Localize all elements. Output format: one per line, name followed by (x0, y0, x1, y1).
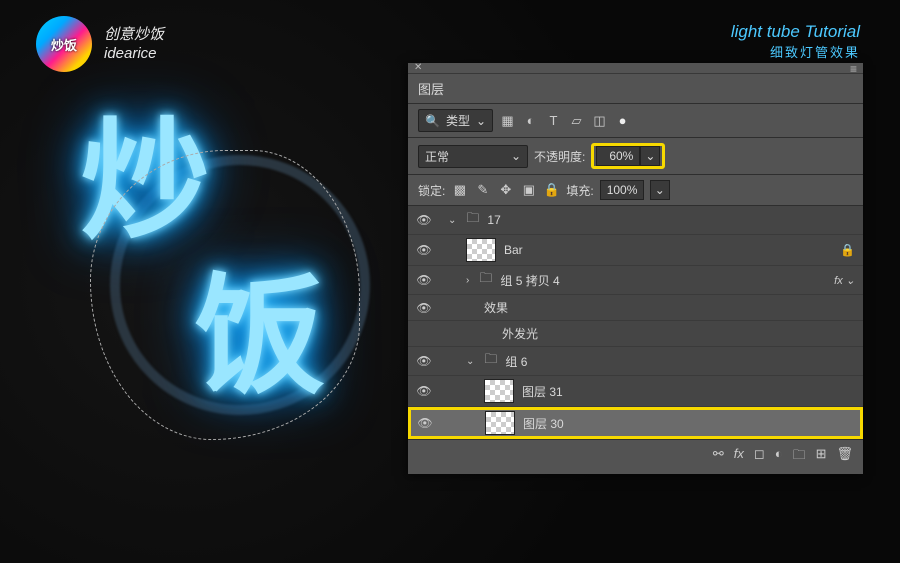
layer-name[interactable]: 外发光 (502, 325, 538, 342)
layer-row[interactable]: 👁 图层 30 (408, 407, 863, 439)
lock-transparent-icon[interactable]: ▩ (451, 182, 468, 199)
filter-row: 🔍 类型 ⌄ ▦ ◐ T ▱ ◫ ● (408, 104, 863, 138)
visibility-icon[interactable]: 👁 (416, 354, 432, 368)
brand-en: idearice (104, 44, 164, 64)
layer-name[interactable]: 图层 30 (523, 415, 564, 432)
chevron-down-icon[interactable]: ⌄ (640, 146, 660, 166)
filter-label: 类型 (446, 112, 470, 129)
layer-thumb (466, 238, 496, 262)
layer-row[interactable]: 👁 ⌄ 🗀 组 6 (408, 347, 863, 376)
new-layer-icon[interactable]: ⊞ (816, 446, 827, 468)
lock-paint-icon[interactable]: ✎ (474, 182, 491, 199)
folder-icon: 🗀 (466, 209, 479, 231)
filter-smart-icon[interactable]: ◫ (591, 112, 608, 129)
chevron-down-icon: ⌄ (476, 114, 486, 128)
brand-cn: 创意炒饭 (104, 25, 164, 45)
fill-input[interactable] (600, 180, 644, 200)
adjustment-icon[interactable]: ◐ (775, 446, 783, 468)
search-icon: 🔍 (425, 114, 440, 128)
lock-position-icon[interactable]: ✥ (497, 182, 514, 199)
visibility-icon[interactable]: 👁 (416, 273, 432, 287)
link-icon[interactable]: ⚯ (713, 446, 724, 468)
fill-label: 填充: (566, 182, 593, 199)
mask-icon[interactable]: ◻ (754, 446, 765, 468)
layer-row[interactable]: 👁 ⌄ 🗀 17 (408, 206, 863, 235)
layer-name[interactable]: 组 5 拷贝 4 (500, 272, 559, 289)
layer-name[interactable]: 效果 (484, 299, 508, 316)
filter-artboard-icon[interactable]: ● (614, 112, 631, 129)
filter-pixel-icon[interactable]: ▦ (499, 112, 516, 129)
filter-type-icon[interactable]: T (545, 112, 562, 129)
brand-text: 创意炒饭 idearice (104, 25, 164, 64)
visibility-icon[interactable]: 👁 (416, 384, 432, 398)
opacity-highlight: ⌄ (591, 143, 665, 169)
lock-row: 锁定: ▩ ✎ ✥ ▣ 🔒 填充: ⌄ (408, 175, 863, 206)
close-icon[interactable]: ✕ (414, 62, 422, 73)
lock-artboard-icon[interactable]: ▣ (520, 182, 537, 199)
visibility-icon[interactable]: 👁 (416, 213, 432, 227)
layer-thumb (484, 379, 514, 403)
fx-indicator[interactable]: fx ⌄ (834, 274, 855, 287)
layer-row[interactable]: 👁 效果 (408, 295, 863, 321)
blend-mode-select[interactable]: 正常 ⌄ (418, 145, 528, 168)
marquee-selection (90, 150, 360, 440)
filter-shape-icon[interactable]: ▱ (568, 112, 585, 129)
panel-footer: ⚯ fx ◻ ◐ 🗀 ⊞ 🗑 (408, 439, 863, 474)
brand-logo: 炒饭 (36, 16, 92, 72)
lock-all-icon[interactable]: 🔒 (543, 182, 560, 199)
layer-row[interactable]: 👁 图层 31 (408, 376, 863, 407)
layer-name[interactable]: 17 (487, 213, 500, 227)
layer-name[interactable]: 组 6 (505, 353, 527, 370)
visibility-icon[interactable]: 👁 (417, 416, 433, 430)
lock-label: 锁定: (418, 182, 445, 199)
lock-icon: 🔒 (840, 243, 855, 257)
tutorial-title: light tube Tutorial 细致灯管效果 (731, 22, 860, 61)
brand-block: 炒饭 创意炒饭 idearice (36, 16, 164, 72)
visibility-icon[interactable]: 👁 (416, 243, 432, 257)
blend-mode-value: 正常 (425, 148, 449, 165)
caret-icon[interactable]: ⌄ (466, 356, 474, 367)
fx-icon[interactable]: fx (734, 446, 744, 468)
group-icon[interactable]: 🗀 (793, 446, 806, 468)
layers-list: 👁 ⌄ 🗀 17 👁 Bar 🔒 👁 › 🗀 组 5 拷贝 4 fx ⌄ 👁 效果外发光 👁 ⌄ 🗀 组 6 👁 图层… (408, 206, 863, 439)
opacity-input[interactable] (596, 146, 640, 166)
tutorial-en: light tube Tutorial (731, 22, 860, 42)
artwork-canvas: 炒 饭 (60, 120, 390, 480)
layer-row[interactable]: 外发光 (408, 321, 863, 347)
layer-row[interactable]: 👁 Bar 🔒 (408, 235, 863, 266)
layer-thumb (485, 411, 515, 435)
chevron-down-icon[interactable]: ⌄ (650, 180, 670, 200)
chevron-down-icon: ⌄ (511, 149, 521, 163)
layer-row[interactable]: 👁 › 🗀 组 5 拷贝 4 fx ⌄ (408, 266, 863, 295)
opacity-label: 不透明度: (534, 148, 585, 165)
panel-tabbar: ✕ ≡ (408, 63, 863, 74)
visibility-icon[interactable]: 👁 (416, 301, 432, 315)
panel-menu-icon[interactable]: ≡ (850, 62, 857, 76)
delete-icon[interactable]: 🗑 (836, 446, 853, 468)
filter-type-select[interactable]: 🔍 类型 ⌄ (418, 109, 493, 132)
caret-icon[interactable]: › (466, 275, 469, 286)
layer-name[interactable]: 图层 31 (522, 383, 563, 400)
folder-icon: 🗀 (479, 269, 492, 291)
layer-name[interactable]: Bar (504, 243, 523, 257)
blend-row: 正常 ⌄ 不透明度: ⌄ (408, 138, 863, 175)
folder-icon: 🗀 (484, 350, 497, 372)
caret-icon[interactable]: ⌄ (448, 215, 456, 226)
filter-adjust-icon[interactable]: ◐ (522, 112, 539, 129)
panel-title: 图层 (408, 74, 863, 104)
layers-panel: ✕ ≡ 图层 🔍 类型 ⌄ ▦ ◐ T ▱ ◫ ● 正常 ⌄ 不透明度: ⌄ 锁… (408, 63, 863, 474)
tutorial-cn: 细致灯管效果 (731, 42, 860, 61)
